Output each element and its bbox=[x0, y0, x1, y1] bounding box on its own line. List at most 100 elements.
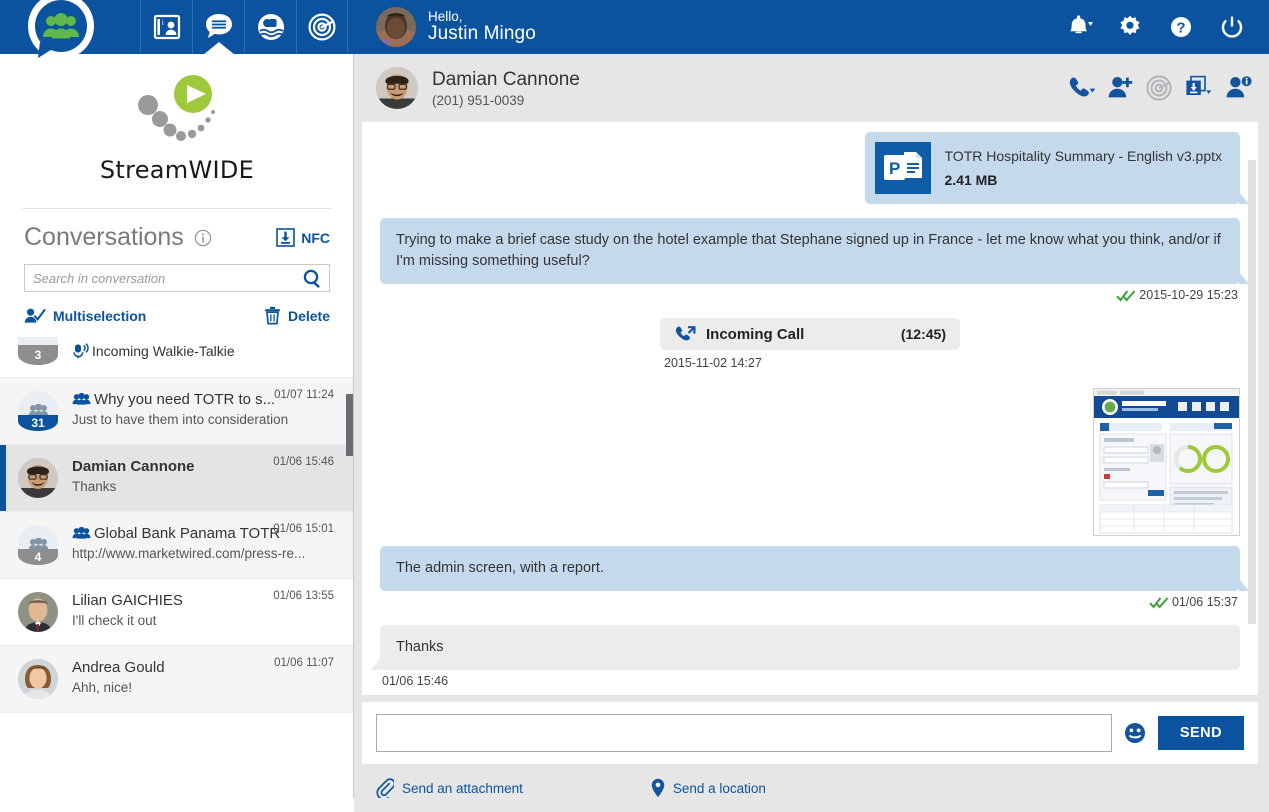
archive-button[interactable] bbox=[1181, 72, 1217, 104]
sidebar: StreamWIDE Conversations NFC Search in c… bbox=[0, 54, 354, 812]
user-greeting-text: Hello, Justin Mingo bbox=[428, 9, 536, 44]
group-avatar: 4 bbox=[18, 525, 58, 565]
list-item-body: 01/06 15:46 Damian Cannone Thanks bbox=[72, 456, 340, 498]
notifications-button[interactable] bbox=[1053, 0, 1104, 54]
text-message[interactable]: Trying to make a brief case study on the… bbox=[380, 218, 1249, 285]
chat-panel: Damian Cannone (201) 951-0039 P TOTR Hos… bbox=[354, 54, 1269, 812]
send-location-button[interactable]: Send a location bbox=[651, 778, 766, 798]
power-button[interactable] bbox=[1206, 0, 1257, 54]
help-button[interactable]: ? bbox=[1155, 0, 1206, 54]
delete-button[interactable]: Delete bbox=[264, 306, 330, 325]
send-button[interactable]: SEND bbox=[1158, 716, 1244, 750]
conversations-header: Conversations NFC bbox=[0, 209, 353, 258]
file-details: TOTR Hospitality Summary - English v3.pp… bbox=[945, 146, 1223, 191]
list-item[interactable]: 4 01/06 15:01 Global Bank Panama TOTR ht… bbox=[0, 512, 353, 579]
nav-tab-conversations[interactable] bbox=[192, 0, 244, 54]
thread-scrollbar[interactable] bbox=[1248, 124, 1256, 693]
chat-list-icon bbox=[205, 14, 232, 38]
primary-nav-tabs: i bbox=[140, 0, 348, 54]
add-participant-button[interactable] bbox=[1105, 73, 1137, 103]
contact-info-button[interactable] bbox=[1223, 73, 1255, 103]
chat-contact-phone: (201) 951-0039 bbox=[432, 92, 525, 108]
list-item-name: Damian Cannone bbox=[72, 458, 195, 475]
emoji-icon bbox=[1125, 723, 1145, 743]
page-title: Conversations bbox=[24, 223, 184, 251]
call-chip[interactable]: Incoming Call (12:45) bbox=[660, 318, 960, 351]
multiselection-button[interactable]: Multiselection bbox=[24, 307, 146, 325]
settings-button[interactable] bbox=[1104, 0, 1155, 54]
list-item-snippet: http://www.marketwired.com/press-re... bbox=[72, 546, 306, 561]
list-tools: Multiselection Delete bbox=[0, 292, 353, 335]
nav-tab-walkie-talkie[interactable] bbox=[244, 0, 296, 54]
image-message[interactable] bbox=[1093, 388, 1240, 537]
send-attachment-button[interactable]: Send an attachment bbox=[376, 778, 523, 798]
search-input[interactable] bbox=[25, 265, 329, 291]
contact-photo bbox=[18, 458, 58, 498]
unread-badge: 3 bbox=[18, 345, 58, 365]
conversation-list: 3 Incoming Walkie-Talkie 31 01/07 11:24 … bbox=[0, 335, 353, 713]
file-message[interactable]: P TOTR Hospitality Summary - English v3.… bbox=[864, 132, 1249, 204]
location-pin-icon bbox=[651, 778, 665, 798]
nav-tab-radar[interactable] bbox=[296, 0, 348, 54]
message-row: Thanks bbox=[371, 625, 1240, 671]
radar-icon bbox=[1146, 75, 1172, 101]
call-meta: 2015-11-02 14:27 bbox=[664, 356, 1238, 370]
search-button[interactable] bbox=[302, 268, 323, 294]
current-user[interactable]: Hello, Justin Mingo bbox=[376, 5, 536, 49]
avatar: 31 bbox=[18, 391, 58, 431]
multiselection-label: Multiselection bbox=[53, 307, 147, 324]
list-item-name: Incoming Walkie-Talkie bbox=[92, 343, 235, 359]
group-icon bbox=[72, 526, 91, 539]
team-logo-icon bbox=[28, 0, 94, 59]
info-button[interactable] bbox=[194, 229, 212, 247]
list-item-time: 01/07 11:24 bbox=[274, 389, 334, 401]
group-icon bbox=[72, 392, 91, 405]
list-item-body: 01/07 11:24 Why you need TOTR to s... Ju… bbox=[72, 389, 340, 431]
list-item-snippet: Ahh, nice! bbox=[72, 680, 133, 695]
list-item[interactable]: 01/06 13:55 Lilian GAICHIES I'll check i… bbox=[0, 579, 353, 646]
message-time: 01/06 15:37 bbox=[1171, 595, 1238, 610]
text-message[interactable]: The admin screen, with a report. bbox=[380, 546, 1249, 592]
sidebar-scrollbar[interactable] bbox=[346, 54, 353, 812]
app-logo[interactable] bbox=[14, 0, 108, 66]
archive-download-icon bbox=[1186, 75, 1212, 95]
list-item[interactable]: 3 Incoming Walkie-Talkie bbox=[0, 335, 353, 378]
sidebar-scrollbar-thumb[interactable] bbox=[346, 394, 353, 456]
text-message[interactable]: Thanks bbox=[371, 625, 1240, 671]
message-thread[interactable]: P TOTR Hospitality Summary - English v3.… bbox=[362, 122, 1258, 695]
phone-dropdown-icon bbox=[1069, 77, 1096, 97]
person-add-icon bbox=[1108, 77, 1133, 98]
message-input[interactable] bbox=[376, 714, 1112, 752]
unread-badge: 31 bbox=[18, 415, 58, 431]
nav-tab-contacts[interactable]: i bbox=[140, 0, 192, 54]
double-check-icon bbox=[1149, 596, 1169, 609]
thread-scrollbar-thumb[interactable] bbox=[1248, 160, 1256, 624]
list-item[interactable]: 31 01/07 11:24 Why you need TOTR to s...… bbox=[0, 378, 353, 445]
nfc-button[interactable]: NFC bbox=[276, 228, 330, 247]
list-item-time: 01/06 11:07 bbox=[274, 657, 334, 669]
svg-text:P: P bbox=[889, 159, 900, 178]
file-name: TOTR Hospitality Summary - English v3.pp… bbox=[944, 147, 1223, 164]
top-navigation-bar: i Hello, Justin Mingo ? bbox=[0, 0, 1269, 59]
brand-name-label: StreamWIDE bbox=[99, 156, 255, 184]
nfc-download-icon bbox=[276, 228, 296, 247]
avatar bbox=[18, 458, 58, 498]
emoji-button[interactable] bbox=[1124, 722, 1146, 744]
person-check-icon bbox=[24, 308, 46, 323]
message-text: Trying to make a brief case study on the… bbox=[396, 232, 1221, 270]
list-item[interactable]: 01/06 15:46 Damian Cannone Thanks bbox=[0, 445, 353, 512]
chat-action-buttons bbox=[1065, 72, 1255, 104]
list-item[interactable]: 01/06 11:07 Andrea Gould Ahh, nice! bbox=[0, 646, 353, 713]
contact-card-icon: i bbox=[153, 14, 180, 40]
call-button[interactable] bbox=[1065, 73, 1099, 103]
top-action-buttons: ? bbox=[1053, 0, 1257, 54]
list-item-time: 01/06 15:46 bbox=[273, 456, 334, 468]
search-box bbox=[24, 264, 330, 292]
list-item-body: 01/06 13:55 Lilian GAICHIES I'll check i… bbox=[72, 590, 340, 632]
locate-button[interactable] bbox=[1143, 72, 1175, 104]
avatar bbox=[18, 592, 58, 632]
list-item-name: Why you need TOTR to s... bbox=[94, 391, 276, 408]
send-attachment-label: Send an attachment bbox=[402, 780, 523, 796]
incoming-call-icon bbox=[675, 326, 696, 341]
radar-icon bbox=[308, 13, 336, 41]
